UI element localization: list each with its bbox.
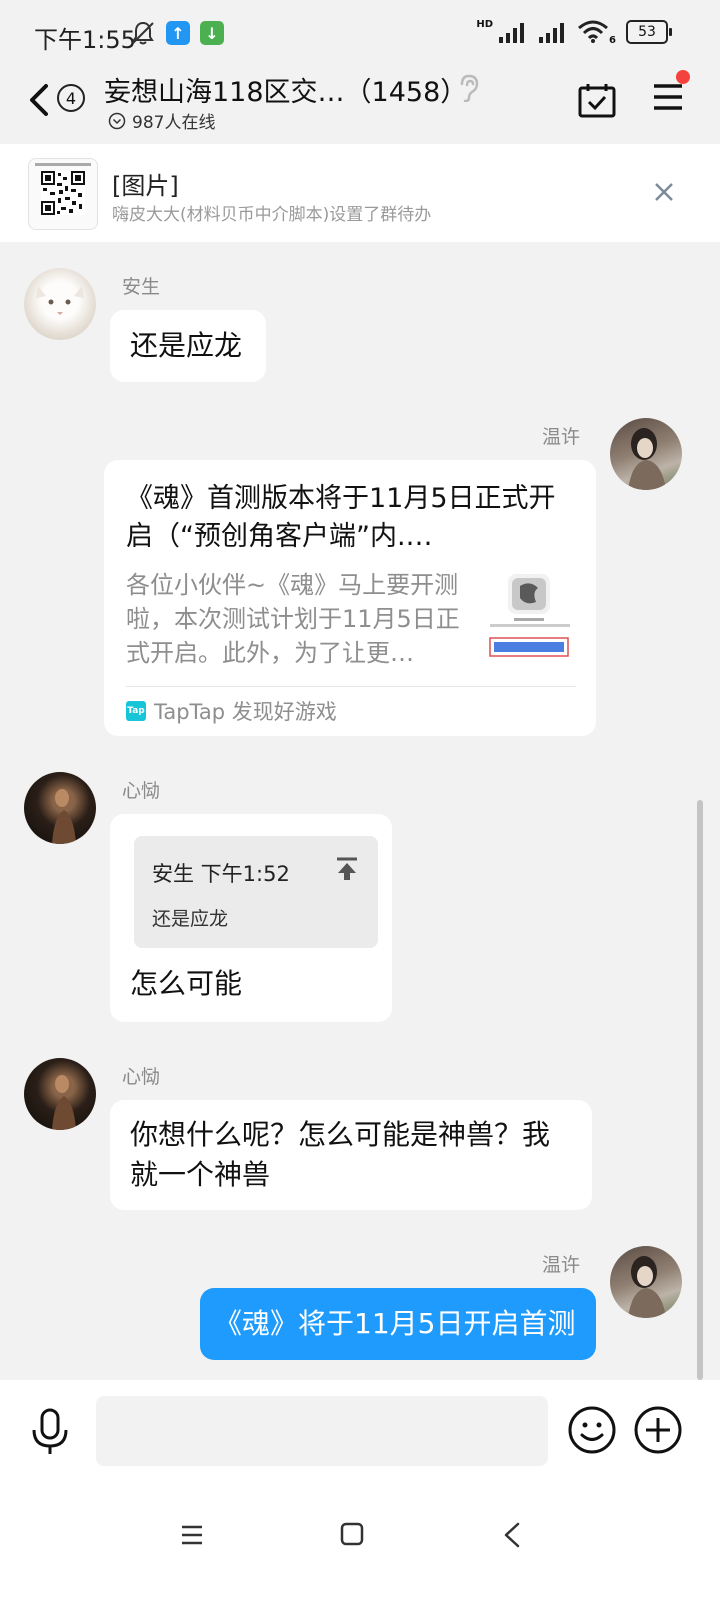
person-avatar-image [52, 789, 76, 844]
group-todo-banner[interactable]: [图片] 嗨皮大大(材料贝币中介脚本)设置了群待办 [0, 144, 720, 242]
chat-header: 4 妄想山海118区交…（1458） 987人在线 [0, 64, 720, 144]
sender-name: 安生 [122, 276, 161, 298]
status-icons-left: ↑ ↓ [130, 20, 224, 46]
cat-avatar-image [36, 286, 84, 315]
link-card-title: 《魂》首测版本将于11月5日正式开启（“预创角客户端”内.… [126, 483, 556, 552]
hd-label: HD [476, 18, 494, 30]
game-logo-image [489, 574, 570, 657]
person-avatar-image [52, 1075, 76, 1130]
upload-app-icon: ↑ [166, 21, 190, 45]
avatar[interactable] [24, 1058, 96, 1130]
sender-name: 心恸 [122, 1066, 161, 1088]
avatar[interactable] [24, 772, 96, 844]
mute-bell-icon [132, 21, 154, 45]
battery-level: 53 [638, 24, 656, 40]
avatar[interactable] [610, 1246, 682, 1318]
jump-to-top-icon[interactable] [334, 856, 360, 882]
message-text: 你想什么呢？怎么可能是神兽？我就一个神兽 [130, 1118, 551, 1191]
group-title[interactable]: 妄想山海118区交…（1458） [104, 70, 467, 109]
card-divider [126, 686, 576, 687]
avatar[interactable] [610, 418, 682, 490]
quote-header: 安生 下午1:52 [152, 862, 290, 886]
message-bubble[interactable]: 安生 下午1:52 还是应龙 怎么可能 [110, 814, 392, 1022]
message-bubble[interactable]: 你想什么呢？怎么可能是神兽？我就一个神兽 [110, 1100, 592, 1210]
todo-title: [图片] [112, 172, 179, 200]
message-text: 《魂》将于11月5日开启首测 [214, 1307, 576, 1340]
link-card-source: Tap TapTap 发现好游戏 [126, 696, 337, 726]
signal-icon-2 [539, 23, 565, 43]
message-text: 怎么可能 [130, 967, 243, 1000]
sender-name: 心恸 [122, 780, 161, 802]
chevron-down-circle-icon [108, 112, 126, 129]
emoji-icon[interactable] [566, 1404, 618, 1456]
link-card-source-text: TapTap 发现好游戏 [154, 700, 337, 724]
quoted-message[interactable]: 安生 下午1:52 还是应龙 [134, 836, 378, 948]
message-input[interactable] [96, 1396, 548, 1466]
qr-caption-bar [35, 163, 91, 166]
unread-count-badge[interactable]: 4 [57, 84, 85, 112]
link-card-description: 各位小伙伴~《魂》马上要开测啦，本次测试计划于11月5日正式开启。此外，为了让更… [126, 571, 460, 667]
todo-subtitle: 嗨皮大大(材料贝币中介脚本)设置了群待办 [112, 205, 432, 225]
download-app-icon: ↓ [200, 21, 224, 45]
status-time: 下午1:55 [34, 26, 136, 54]
signal-icon [499, 23, 525, 43]
calendar-check-icon[interactable] [578, 82, 616, 118]
quote-text: 还是应龙 [152, 908, 229, 930]
notification-dot [676, 70, 690, 84]
wifi-label: 6 [609, 34, 616, 46]
sender-name: 温许 [542, 426, 581, 448]
qr-code-icon [41, 171, 85, 215]
message-bubble[interactable]: 还是应龙 [110, 310, 266, 382]
avatar[interactable] [24, 268, 96, 340]
plus-circle-icon[interactable] [632, 1404, 684, 1456]
person-avatar-image [628, 1256, 666, 1318]
qr-code-thumbnail[interactable] [28, 158, 98, 230]
home-icon[interactable] [340, 1522, 364, 1546]
online-status[interactable]: 987人在线 [108, 108, 215, 133]
recents-icon[interactable] [180, 1524, 204, 1546]
sender-name: 温许 [542, 1254, 581, 1276]
taptap-icon: Tap [126, 701, 146, 721]
link-card[interactable]: 《魂》首测版本将于11月5日正式开启（“预创角客户端”内.… 各位小伙伴~《魂》… [104, 460, 596, 736]
close-icon[interactable] [652, 180, 676, 204]
input-bar [0, 1380, 720, 1484]
back-icon[interactable] [24, 82, 54, 118]
system-nav-bar [0, 1484, 720, 1600]
message-bubble[interactable]: 《魂》将于11月5日开启首测 [200, 1288, 596, 1360]
microphone-icon[interactable] [30, 1408, 70, 1456]
ear-icon[interactable] [458, 74, 480, 102]
nav-back-icon[interactable] [502, 1522, 522, 1548]
message-text: 还是应龙 [130, 329, 243, 362]
menu-icon[interactable] [652, 82, 684, 112]
status-icons-right: HD 6 53 [476, 18, 672, 46]
wifi-icon [578, 20, 609, 43]
person-avatar-image [628, 428, 666, 490]
online-count: 987人在线 [132, 113, 216, 133]
scrollbar[interactable] [697, 800, 703, 1380]
link-card-thumbnail [484, 572, 574, 660]
status-bar: 下午1:55 ↑ ↓ HD 6 53 [0, 0, 720, 64]
battery-icon: 53 [626, 20, 672, 44]
